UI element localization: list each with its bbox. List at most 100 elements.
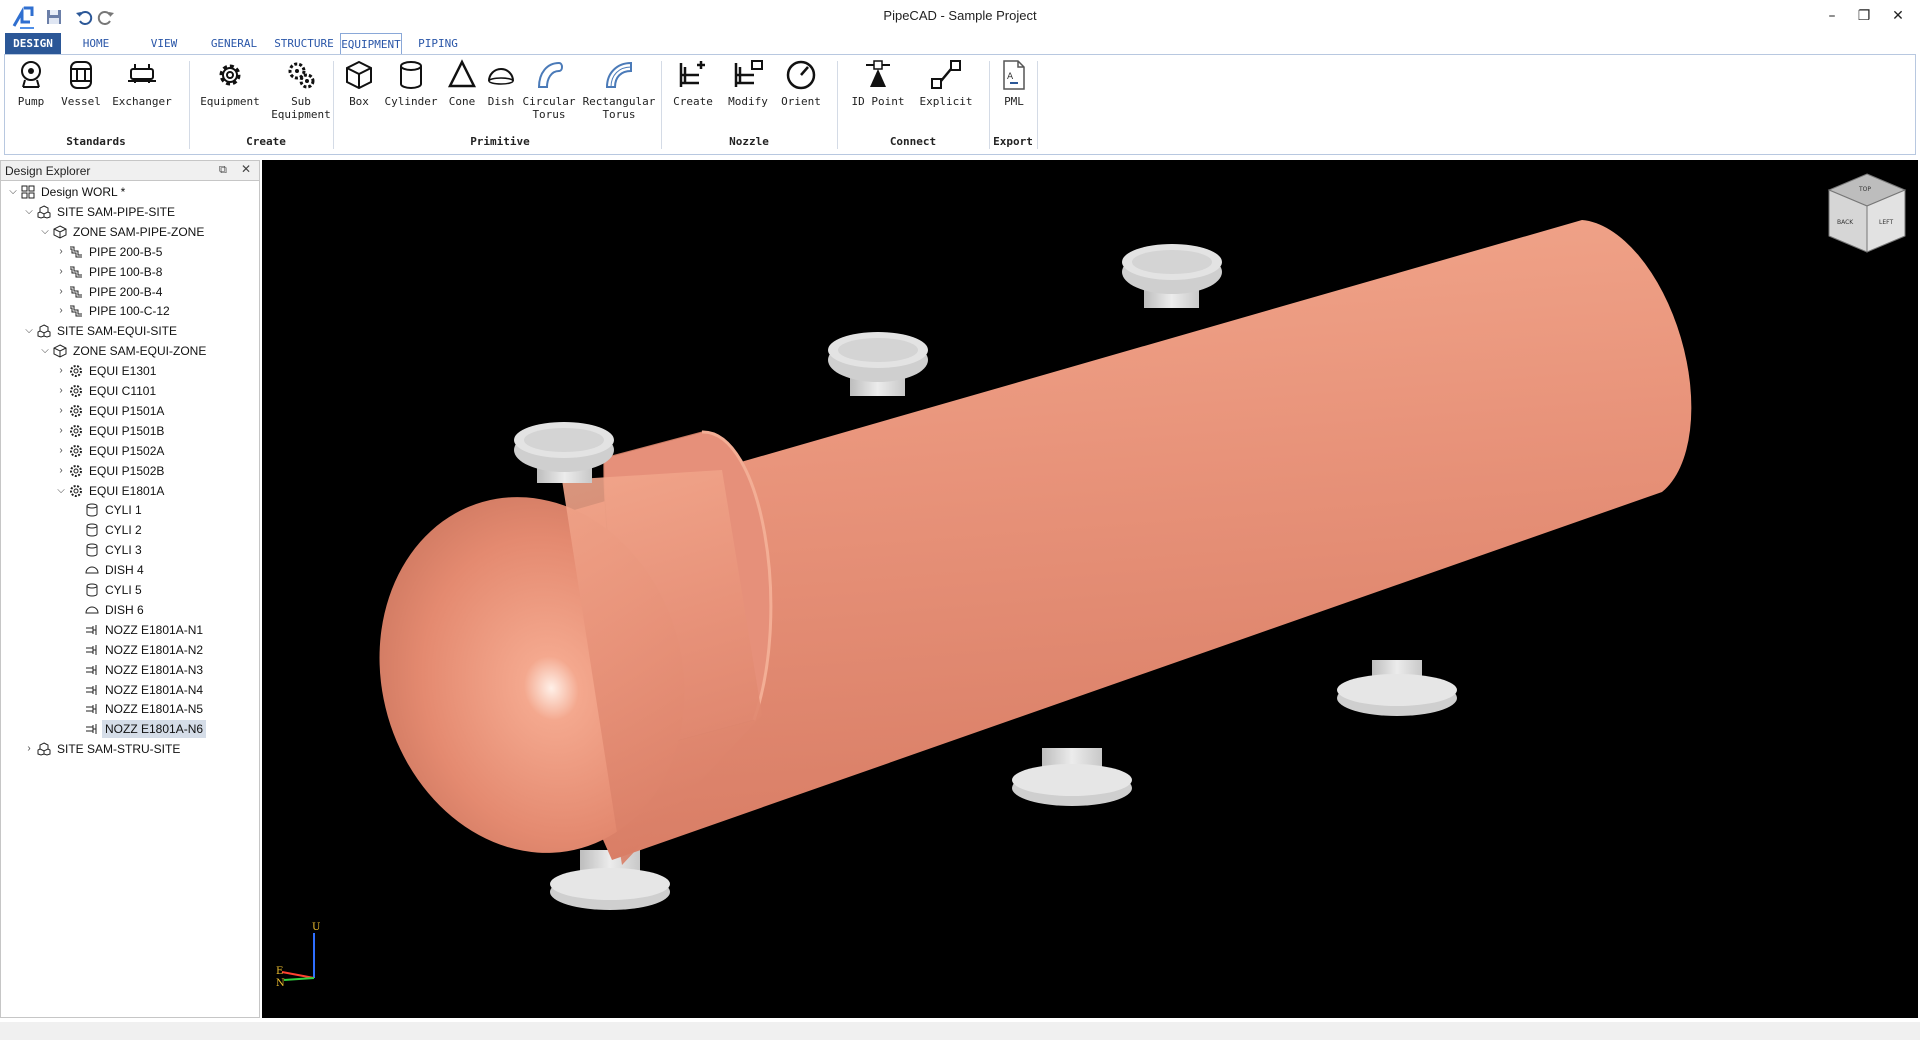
tree-item-pipe[interactable]: › PIPE 100-B-8 xyxy=(1,263,257,281)
ribbon-separator xyxy=(837,61,838,149)
chevron-down-icon[interactable]: ⌵ xyxy=(39,342,51,360)
float-panel-icon[interactable]: ⧉ xyxy=(219,163,227,177)
tree-item-dish[interactable]: DISH 4 xyxy=(1,561,257,579)
tree-item-nozz[interactable]: NOZZ E1801A-N6 xyxy=(1,720,257,739)
tree-item-equi[interactable]: › EQUI P1501A xyxy=(1,402,257,420)
tab-piping[interactable]: PIPING xyxy=(408,33,468,55)
tree-item-equi[interactable]: › EQUI P1502A xyxy=(1,442,257,460)
equi-icon xyxy=(69,424,83,438)
pump-button[interactable]: Pump xyxy=(9,59,53,108)
tree-item-nozz[interactable]: NOZZ E1801A-N4 xyxy=(1,681,257,699)
nozzle-top-right[interactable] xyxy=(1122,244,1222,308)
close-panel-icon[interactable]: ✕ xyxy=(241,162,251,176)
tree-item-nozz[interactable]: NOZZ E1801A-N1 xyxy=(1,621,257,639)
tree-item-world[interactable]: ⌵ Design WORL * xyxy=(1,183,257,201)
chevron-right-icon[interactable]: › xyxy=(55,442,67,460)
tree-item-label: NOZZ E1801A-N5 xyxy=(105,702,204,717)
chevron-down-icon[interactable]: ⌵ xyxy=(23,322,35,340)
tree-item-dish[interactable]: DISH 6 xyxy=(1,601,257,619)
close-button[interactable]: ✕ xyxy=(1880,4,1916,28)
id-point-button[interactable]: ID Point xyxy=(847,59,909,108)
tree-item-label: EQUI P1502B xyxy=(89,463,165,478)
nozzle-bottom-middle[interactable] xyxy=(1012,748,1132,806)
modify-nozzle-icon xyxy=(734,60,763,87)
tree-item-site[interactable]: ⌵ SITE SAM-EQUI-SITE xyxy=(1,322,257,340)
chevron-right-icon[interactable]: › xyxy=(55,263,67,281)
nozzle-bottom-right[interactable] xyxy=(1337,660,1457,716)
restore-button[interactable]: ❐ xyxy=(1846,4,1882,28)
chevron-down-icon[interactable]: ⌵ xyxy=(39,223,51,241)
tab-home[interactable]: HOME xyxy=(70,33,122,55)
tab-equipment[interactable]: EQUIPMENT xyxy=(340,33,402,56)
tree-item-zone[interactable]: ⌵ ZONE SAM-EQUI-ZONE xyxy=(1,342,257,360)
explicit-button[interactable]: Explicit xyxy=(913,59,979,108)
tree-item-pipe[interactable]: › PIPE 200-B-4 xyxy=(1,283,257,301)
tree-item-zone[interactable]: ⌵ ZONE SAM-PIPE-ZONE xyxy=(1,223,257,241)
tree-item-cyli[interactable]: CYLI 1 xyxy=(1,501,257,519)
chevron-right-icon[interactable]: › xyxy=(23,740,35,758)
orient-nozzle-button[interactable]: Orient xyxy=(777,59,825,108)
tree-item-equi[interactable]: › EQUI C1101 xyxy=(1,382,257,400)
nozzle-top-middle[interactable] xyxy=(828,332,928,396)
circular-torus-button[interactable]: Circular Torus xyxy=(521,59,577,121)
sub-equipment-button[interactable]: Sub Equipment xyxy=(267,59,335,121)
equi-icon xyxy=(69,384,83,398)
rectangular-torus-button[interactable]: Rectangular Torus xyxy=(581,59,657,121)
exchanger-button[interactable]: Exchanger xyxy=(109,59,175,108)
nozzle-bottom-left[interactable] xyxy=(550,850,670,910)
vessel-button[interactable]: Vessel xyxy=(57,59,105,108)
chevron-right-icon[interactable]: › xyxy=(55,462,67,480)
tree-item-pipe[interactable]: › PIPE 100-C-12 xyxy=(1,302,257,320)
dish-button[interactable]: Dish xyxy=(483,59,519,108)
tree-item-pipe[interactable]: › PIPE 200-B-5 xyxy=(1,243,257,261)
tree-item-nozz[interactable]: NOZZ E1801A-N5 xyxy=(1,700,257,718)
tree-item-equi[interactable]: › EQUI P1502B xyxy=(1,462,257,480)
cyli-icon xyxy=(85,503,99,517)
minimize-button[interactable]: – xyxy=(1814,4,1850,28)
ribbon-separator xyxy=(1037,61,1038,149)
tab-design[interactable]: DESIGN xyxy=(5,33,61,55)
equipment-button[interactable]: Equipment xyxy=(197,59,263,108)
cone-button[interactable]: Cone xyxy=(443,59,481,108)
create-nozzle-button[interactable]: Create xyxy=(669,59,717,108)
tab-structure[interactable]: STRUCTURE xyxy=(270,33,338,55)
chevron-right-icon[interactable]: › xyxy=(55,382,67,400)
cylinder-button[interactable]: Cylinder xyxy=(383,59,439,108)
3d-viewport[interactable] xyxy=(262,160,1918,1018)
tab-general[interactable]: GENERAL xyxy=(204,33,264,55)
tree-item-label: CYLI 5 xyxy=(105,583,142,597)
chevron-right-icon[interactable]: › xyxy=(55,402,67,420)
modify-nozzle-button[interactable]: Modify xyxy=(723,59,773,108)
pipecad-window: PipeCAD - Sample Project – ❐ ✕ DESIGN HO… xyxy=(0,0,1920,1040)
tree-item-equi[interactable]: › EQUI E1301 xyxy=(1,362,257,380)
tree-item-equi[interactable]: ⌵ EQUI E1801A xyxy=(1,482,257,500)
view-cube[interactable]: TOP BACK LEFT xyxy=(1823,170,1911,256)
tree-item-cyli[interactable]: CYLI 5 xyxy=(1,581,257,599)
tab-view[interactable]: VIEW xyxy=(138,33,190,55)
chevron-down-icon[interactable]: ⌵ xyxy=(23,203,35,221)
chevron-right-icon[interactable]: › xyxy=(55,362,67,380)
pml-export-button[interactable]: A PML xyxy=(995,59,1033,108)
chevron-right-icon[interactable]: › xyxy=(55,283,67,301)
chevron-down-icon[interactable]: ⌵ xyxy=(55,482,67,500)
dish-icon xyxy=(85,563,99,577)
tree-item-equi[interactable]: › EQUI P1501B xyxy=(1,422,257,440)
standards-group-label: Standards xyxy=(66,135,126,148)
circular-torus-label-1: Circular xyxy=(522,95,576,108)
chevron-down-icon[interactable]: ⌵ xyxy=(7,183,19,201)
tree-item-cyli[interactable]: CYLI 2 xyxy=(1,521,257,539)
cyli-icon xyxy=(85,583,99,597)
box-button[interactable]: Box xyxy=(339,59,379,108)
chevron-right-icon[interactable]: › xyxy=(55,422,67,440)
axis-up-label: U xyxy=(312,922,320,933)
tree-item-nozz[interactable]: NOZZ E1801A-N2 xyxy=(1,641,257,659)
tree-item-site[interactable]: ⌵ SITE SAM-PIPE-SITE xyxy=(1,203,257,221)
nozzle-top-left[interactable] xyxy=(514,422,614,483)
tree-item-nozz[interactable]: NOZZ E1801A-N3 xyxy=(1,661,257,679)
chevron-right-icon[interactable]: › xyxy=(55,302,67,320)
chevron-right-icon[interactable]: › xyxy=(55,243,67,261)
tree-item-cyli[interactable]: CYLI 3 xyxy=(1,541,257,559)
tree-item-site[interactable]: › SITE SAM-STRU-SITE xyxy=(1,740,257,758)
heat-exchanger-model xyxy=(379,220,1692,910)
id-point-icon xyxy=(866,60,890,87)
